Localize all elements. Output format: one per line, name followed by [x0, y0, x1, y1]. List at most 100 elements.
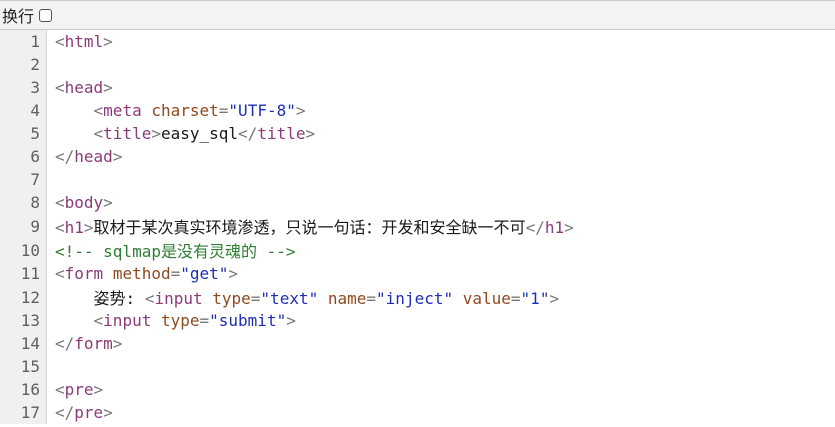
- line-number: 10: [0, 238, 47, 262]
- code-token: input: [103, 311, 161, 330]
- code-token: >: [549, 289, 560, 308]
- line-content: <body>: [47, 191, 574, 214]
- code-token: "inject": [376, 289, 454, 308]
- code-token: <: [55, 78, 65, 97]
- code-token: h1: [544, 218, 565, 237]
- source-line: 13 <input type="submit">: [0, 309, 574, 332]
- code-token: </: [55, 334, 75, 353]
- code-token: >: [305, 124, 316, 143]
- code-token: >: [83, 218, 94, 237]
- code-token: <: [55, 193, 65, 212]
- line-content: [47, 355, 574, 378]
- code-token: >: [286, 311, 296, 330]
- code-token: =: [199, 311, 210, 330]
- line-content: <title>easy_sql</title>: [47, 122, 574, 145]
- code-token: <: [93, 124, 104, 143]
- code-token: pre: [64, 380, 94, 399]
- source-line: 6 </head>: [0, 145, 574, 168]
- source-line: 5 <title>easy_sql</title>: [0, 122, 574, 145]
- code-token: html: [64, 32, 104, 51]
- code-token: <: [93, 311, 104, 330]
- code-token: type: [212, 289, 251, 308]
- line-content: </pre>: [47, 401, 574, 424]
- code-token: <: [144, 289, 155, 308]
- code-token: >: [228, 264, 239, 283]
- source-line: 11 <form method="get">: [0, 262, 574, 285]
- code-token: head: [74, 147, 113, 166]
- code-token: </: [525, 218, 545, 237]
- code-token: easy_sql: [160, 124, 239, 143]
- code-token: h1: [64, 218, 84, 237]
- source-view: 1 <html> 2 3 <head> 4 <meta charset="UTF-8"> 5…: [0, 30, 835, 424]
- line-number: 17: [0, 401, 47, 424]
- line-content: <meta charset="UTF-8">: [47, 99, 574, 122]
- line-content: [47, 168, 574, 191]
- code-token: <: [55, 264, 65, 283]
- line-number: 8: [0, 191, 47, 214]
- code-token: "1": [520, 289, 550, 308]
- line-number: 3: [0, 76, 47, 99]
- code-token: head: [64, 78, 104, 97]
- code-token: "text": [260, 289, 319, 308]
- line-content: <h1>取材于某次真实环境渗透，只说一句话：开发和安全缺一不可</h1>: [47, 214, 574, 238]
- code-token: <: [55, 218, 65, 237]
- code-token: >: [103, 193, 113, 212]
- source-line: 9 <h1>取材于某次真实环境渗透，只说一句话：开发和安全缺一不可</h1>: [0, 214, 574, 238]
- line-content: 姿势: <input type="text" name="inject" val…: [47, 285, 574, 309]
- line-content: <html>: [47, 30, 574, 53]
- code-token: >: [103, 403, 113, 422]
- source-line: 2: [0, 53, 574, 76]
- code-token: form: [74, 334, 113, 353]
- code-token: 姿势:: [55, 289, 145, 308]
- code-token: <: [55, 380, 65, 399]
- code-token: =: [218, 101, 229, 120]
- code-token: method: [112, 264, 171, 283]
- code-token: "get": [180, 264, 229, 283]
- code-token: "submit": [209, 311, 287, 330]
- code-token: <!-- sqlmap是没有灵魂的 -->: [55, 242, 296, 261]
- source-line: 4 <meta charset="UTF-8">: [0, 99, 574, 122]
- code-token: =: [366, 289, 377, 308]
- line-number: 1: [0, 30, 47, 53]
- line-number: 6: [0, 145, 47, 168]
- code-token: >: [295, 101, 306, 120]
- code-token: title: [103, 124, 152, 143]
- source-line: 10 <!-- sqlmap是没有灵魂的 -->: [0, 238, 574, 262]
- line-number: 15: [0, 355, 47, 378]
- code-token: >: [112, 334, 123, 353]
- code-token: <: [55, 32, 65, 51]
- wrap-lines-checkbox[interactable]: [39, 8, 53, 22]
- code-token: >: [151, 124, 161, 143]
- source-line: 15: [0, 355, 574, 378]
- code-token: title: [257, 124, 306, 143]
- line-content: </form>: [47, 332, 574, 355]
- line-number: 9: [0, 214, 47, 238]
- line-content: <input type="submit">: [47, 309, 574, 332]
- source-line: 8 <body>: [0, 191, 574, 214]
- code-token: </: [238, 124, 258, 143]
- line-number: 5: [0, 122, 47, 145]
- code-token: value: [462, 289, 511, 308]
- line-content: <head>: [47, 76, 574, 99]
- wrap-lines-label: 换行: [2, 7, 35, 26]
- code-token: >: [112, 147, 123, 166]
- code-token: =: [170, 264, 181, 283]
- line-number: 13: [0, 309, 47, 332]
- code-token: type: [160, 311, 200, 330]
- line-content: <form method="get">: [47, 262, 574, 285]
- code-token: meta: [103, 101, 152, 120]
- code-token: >: [103, 78, 113, 97]
- code-token: pre: [74, 403, 104, 422]
- code-token: </: [55, 147, 75, 166]
- source-table: 1 <html> 2 3 <head> 4 <meta charset="UTF-8"> 5…: [0, 30, 574, 424]
- code-token: form: [64, 264, 113, 283]
- line-number: 4: [0, 99, 47, 122]
- code-token: =: [510, 289, 521, 308]
- line-content: [47, 53, 574, 76]
- source-line: 17 </pre>: [0, 401, 574, 424]
- code-token: 取材于某次真实环境渗透，只说一句话：开发和安全缺一不可: [93, 218, 526, 237]
- line-number: 11: [0, 262, 47, 285]
